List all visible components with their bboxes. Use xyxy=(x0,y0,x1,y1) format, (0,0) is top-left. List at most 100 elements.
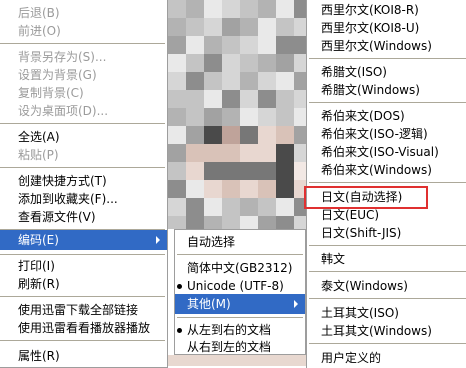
mosaic-pixel xyxy=(186,54,204,72)
mosaic-pixel xyxy=(294,216,306,229)
mosaic-pixel xyxy=(258,198,276,216)
mosaic-pixel xyxy=(240,108,258,126)
radio-bullet-icon xyxy=(177,328,182,333)
menu-separator xyxy=(177,317,303,318)
mosaic-pixel xyxy=(294,18,306,36)
mosaic-pixel xyxy=(168,198,186,216)
menu-item-create-shortcut[interactable]: 创建快捷方式(T) xyxy=(0,172,167,190)
context-menu: 后退(B) 前进(O) 背景另存为(S)... 设置为背景(G) 复制背景(C)… xyxy=(0,0,168,368)
menu-item-hebrew-iso-logical[interactable]: 希伯来文(ISO-逻辑) xyxy=(307,125,466,143)
mosaic-pixel xyxy=(276,18,294,36)
mosaic-pixel xyxy=(276,180,294,198)
menu-item-hebrew-windows[interactable]: 希伯来文(Windows) xyxy=(307,161,466,179)
mosaic-pixel xyxy=(204,0,222,18)
menu-item-back[interactable]: 后退(B) xyxy=(0,4,167,22)
mosaic-pixel xyxy=(258,72,276,90)
mosaic-pixel xyxy=(168,162,186,180)
menu-item-forward[interactable]: 前进(O) xyxy=(0,22,167,40)
mosaic-pixel xyxy=(276,108,294,126)
radio-bullet-icon xyxy=(177,284,182,289)
menu-separator xyxy=(309,245,466,246)
menu-item-ltr[interactable]: 从左到右的文档 xyxy=(175,321,305,339)
menu-item-rtl[interactable]: 从右到左的文档 xyxy=(175,338,305,356)
menu-item-add-favorites[interactable]: 添加到收藏夹(F)... xyxy=(0,190,167,208)
mosaic-pixel xyxy=(204,216,222,229)
menu-item-utf8[interactable]: Unicode (UTF-8) xyxy=(175,277,305,295)
mosaic-pixel xyxy=(240,144,258,162)
mosaic-pixel xyxy=(168,36,186,54)
mosaic-pixel xyxy=(258,216,276,229)
menu-item-cyrillic-koi8u[interactable]: 西里尔文(KOI8-U) xyxy=(307,19,466,37)
menu-item-korean[interactable]: 韩文 xyxy=(307,250,466,268)
mosaic-pixel xyxy=(276,90,294,108)
menu-item-properties[interactable]: 属性(R) xyxy=(0,347,167,365)
menu-separator xyxy=(309,271,466,272)
mosaic-pixel xyxy=(240,0,258,18)
menu-item-cyrillic-windows[interactable]: 西里尔文(Windows) xyxy=(307,37,466,55)
mosaic-pixel xyxy=(240,180,258,198)
mosaic-pixel xyxy=(258,90,276,108)
submenu-arrow-icon xyxy=(294,300,298,308)
menu-item-set-background[interactable]: 设置为背景(G) xyxy=(0,66,167,84)
mosaic-pixel xyxy=(294,90,306,108)
menu-item-user-defined[interactable]: 用户定义的 xyxy=(307,349,466,367)
mosaic-pixel xyxy=(204,72,222,90)
mosaic-pixel xyxy=(168,108,186,126)
menu-item-refresh[interactable]: 刷新(R) xyxy=(0,275,167,293)
mosaic-pixel xyxy=(204,90,222,108)
menu-item-auto-select[interactable]: 自动选择 xyxy=(175,233,305,251)
mosaic-pixel xyxy=(204,126,222,144)
mosaic-pixel xyxy=(240,18,258,36)
mosaic-pixel xyxy=(222,162,240,180)
menu-separator xyxy=(0,167,165,168)
mosaic-pixel xyxy=(204,36,222,54)
menu-item-copy-background[interactable]: 复制背景(C) xyxy=(0,84,167,102)
menu-item-thai-windows[interactable]: 泰文(Windows) xyxy=(307,277,466,295)
mosaic-pixel xyxy=(258,144,276,162)
mosaic-pixel xyxy=(294,144,306,162)
menu-item-greek-iso[interactable]: 希腊文(ISO) xyxy=(307,63,466,81)
menu-item-xunlei-download-all[interactable]: 使用迅雷下载全部链接 xyxy=(0,301,167,319)
menu-item-select-all[interactable]: 全选(A) xyxy=(0,128,167,146)
menu-item-save-background[interactable]: 背景另存为(S)... xyxy=(0,48,167,66)
mosaic-pixel xyxy=(222,198,240,216)
menu-item-japanese-shift-jis[interactable]: 日文(Shift-JIS) xyxy=(307,224,466,242)
mosaic-pixel xyxy=(276,54,294,72)
mosaic-pixel xyxy=(186,18,204,36)
mosaic-pixel xyxy=(258,180,276,198)
mosaic-pixel xyxy=(168,126,186,144)
menu-item-view-source[interactable]: 查看源文件(V) xyxy=(0,208,167,226)
menu-item-turkish-windows[interactable]: 土耳其文(Windows) xyxy=(307,322,466,340)
mosaic-pixel xyxy=(294,0,306,18)
menu-item-turkish-iso[interactable]: 土耳其文(ISO) xyxy=(307,304,466,322)
mosaic-pixel xyxy=(168,144,186,162)
mosaic-pixel xyxy=(204,144,222,162)
menu-item-hebrew-iso-visual[interactable]: 希伯来文(ISO-Visual) xyxy=(307,143,466,161)
menu-item-hebrew-dos[interactable]: 希伯来文(DOS) xyxy=(307,107,466,125)
mosaic-pixel xyxy=(168,90,186,108)
mosaic-pixel xyxy=(258,162,276,180)
other-encodings-submenu: 西里尔文(KOI8-R) 西里尔文(KOI8-U) 西里尔文(Windows) … xyxy=(306,0,466,368)
mosaic-pixel xyxy=(186,126,204,144)
menu-item-xunlei-player[interactable]: 使用迅雷看看播放器播放 xyxy=(0,319,167,337)
mosaic-pixel xyxy=(222,180,240,198)
menu-item-greek-windows[interactable]: 希腊文(Windows) xyxy=(307,81,466,99)
menu-item-other[interactable]: 其他(M) xyxy=(175,294,305,314)
mosaic-pixel xyxy=(204,198,222,216)
menu-item-paste[interactable]: 粘贴(P) xyxy=(0,146,167,164)
mosaic-pixel xyxy=(276,36,294,54)
menu-item-gb2312[interactable]: 简体中文(GB2312) xyxy=(175,259,305,277)
menu-item-set-desktop-item[interactable]: 设为桌面项(D)... xyxy=(0,102,167,120)
mosaic-pixel xyxy=(186,90,204,108)
mosaic-pixel xyxy=(168,72,186,90)
mosaic-pixel xyxy=(240,72,258,90)
menu-item-encoding-label: 编码(E) xyxy=(18,233,59,247)
menu-item-encoding[interactable]: 编码(E) xyxy=(0,230,167,250)
menu-separator xyxy=(0,340,165,341)
mosaic-pixel xyxy=(240,198,258,216)
menu-item-cyrillic-koi8r[interactable]: 西里尔文(KOI8-R) xyxy=(307,1,466,19)
menu-item-print[interactable]: 打印(I) xyxy=(0,257,167,275)
mosaic-pixel xyxy=(276,72,294,90)
mosaic-pixel xyxy=(168,216,186,229)
mosaic-pixel xyxy=(204,162,222,180)
